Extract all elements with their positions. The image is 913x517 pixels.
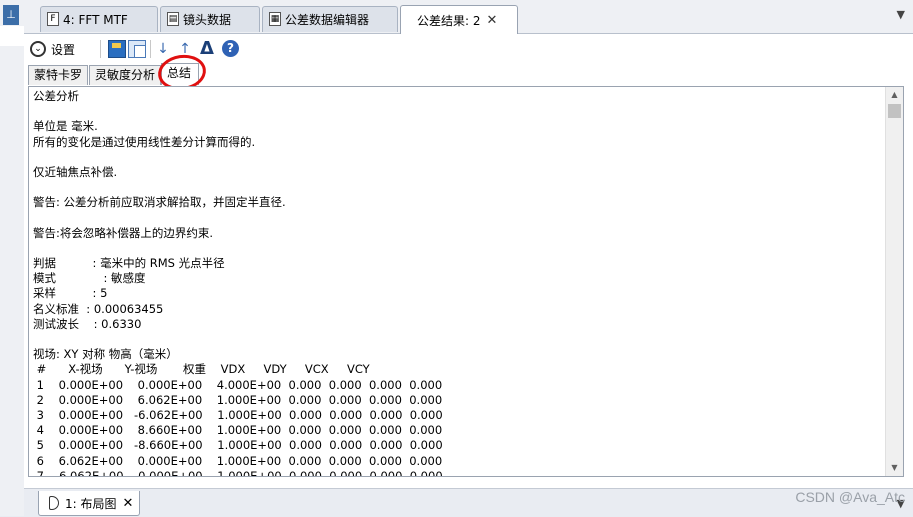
report-line: 单位是 毫米. [33, 119, 98, 134]
mtf-icon: F [47, 12, 59, 26]
report-line: 所有的变化是通过使用线性差分计算而得的. [33, 134, 256, 149]
tab-label: 公差数据编辑器 [285, 13, 370, 27]
report-line: 测试波长 : 0.6330 [33, 316, 142, 331]
vertical-scrollbar[interactable]: ▲ ▼ [885, 87, 903, 476]
layout-lens-icon [49, 496, 59, 510]
report-line: 6 6.062E+00 0.000E+00 1.000E+00 0.000 0.… [33, 453, 443, 468]
close-icon[interactable]: ✕ [487, 13, 498, 28]
report-line: 警告: 公差分析前应取消求解拾取，并固定半直径. [33, 195, 286, 210]
pushpin-icon[interactable]: ⊥ [3, 5, 19, 25]
report-line [33, 211, 881, 226]
toolbar: ⌄ 设置 ↓ ↑ Δ ? [24, 34, 913, 64]
tab-sensitivity[interactable]: 灵敏度分析 [89, 65, 161, 85]
scroll-thumb[interactable] [888, 104, 901, 118]
tab-label: 1: 布局图 [65, 496, 117, 511]
scroll-up-icon[interactable]: ▲ [886, 87, 903, 103]
settings-chevron-icon: ⌄ [30, 41, 46, 57]
report-line [33, 180, 881, 195]
tolerance-results-window: ⌄ 设置 ↓ ↑ Δ ? 蒙特卡罗 灵敏度分析 总结 公差分析 单位是 毫米. 所有… [24, 34, 913, 488]
report-line [33, 332, 881, 347]
report-line: 5 0.000E+00 -8.660E+00 1.000E+00 0.000 0… [33, 438, 443, 453]
tab-tolerance-results[interactable]: 公差结果: 2 ✕ [400, 5, 518, 34]
save-icon[interactable] [108, 40, 126, 58]
tab-label: 公差结果: 2 [417, 13, 481, 28]
arrow-down-icon[interactable]: ↓ [154, 40, 172, 58]
report-line: 公差分析 [33, 89, 79, 103]
toolbar-divider [100, 40, 101, 58]
left-dock-strip: ⊥ [0, 0, 25, 516]
report-text: 公差分析单位是 毫米. 所有的变化是通过使用线性差分计算而得的. 仅近轴焦点补偿. 警… [33, 89, 881, 477]
watermark: CSDN @Ava_Atc [795, 489, 905, 505]
report-line: 7 -6.062E+00 0.000E+00 1.000E+00 0.000 0… [33, 468, 443, 477]
report-line: 3 0.000E+00 -6.062E+00 1.000E+00 0.000 0… [33, 407, 443, 422]
tolerance-editor-icon: ▦ [269, 12, 281, 26]
report-line: 判据 : 毫米中的 RMS 光点半径 [33, 256, 225, 271]
tab-fft-mtf[interactable]: F 4: FFT MTF [40, 6, 158, 32]
report-line: 4 0.000E+00 8.660E+00 1.000E+00 0.000 0.… [33, 423, 443, 438]
report-line [33, 104, 881, 119]
tab-monte-carlo[interactable]: 蒙特卡罗 [28, 65, 88, 85]
toolbar-divider [150, 40, 151, 58]
report-line: 仅近轴焦点补偿. [33, 164, 118, 179]
report-line: 警告:将会忽略补偿器上的边界约束. [33, 225, 214, 240]
report-line [33, 241, 881, 256]
tab-menu-chevron-icon[interactable]: ▼ [897, 8, 905, 21]
report-line: 1 0.000E+00 0.000E+00 4.000E+00 0.000 0.… [33, 377, 443, 392]
lens-data-icon: ▤ [167, 12, 179, 26]
settings-label: 设置 [51, 42, 76, 57]
bottom-tab-strip: 1: 布局图 ✕ ▼ [24, 488, 913, 517]
report-line: # X-视场 Y-视场 权重 VDX VDY VCX VCY [33, 362, 370, 377]
tab-label: 镜头数据 [183, 13, 232, 27]
tab-layout[interactable]: 1: 布局图 ✕ [38, 491, 141, 516]
tab-tolerance-editor[interactable]: ▦ 公差数据编辑器 [262, 6, 398, 32]
scroll-down-icon[interactable]: ▼ [886, 460, 903, 476]
delta-icon[interactable]: Δ [198, 40, 216, 58]
report-line: 采样 : 5 [33, 286, 108, 301]
report-line: 模式 : 敏感度 [33, 271, 146, 286]
close-icon[interactable]: ✕ [123, 496, 134, 511]
settings-button[interactable]: ⌄ 设置 [30, 39, 75, 59]
document-tab-strip: F 4: FFT MTF ▤ 镜头数据 ▦ 公差数据编辑器 公差结果: 2 ✕ … [24, 0, 913, 34]
copy-icon[interactable] [128, 40, 146, 58]
report-line [33, 150, 881, 165]
tab-label: 4: FFT MTF [63, 12, 128, 27]
report-line: 2 0.000E+00 6.062E+00 1.000E+00 0.000 0.… [33, 392, 443, 407]
help-icon[interactable]: ? [222, 40, 239, 57]
left-dock-panel [0, 26, 24, 46]
report-line: 名义标准 : 0.00063455 [33, 301, 164, 316]
tab-lens-data[interactable]: ▤ 镜头数据 [160, 6, 260, 32]
summary-text-area[interactable]: 公差分析单位是 毫米. 所有的变化是通过使用线性差分计算而得的. 仅近轴焦点补偿. 警… [28, 86, 904, 477]
report-line: 视场: XY 对称 物高（毫米） [33, 347, 178, 362]
